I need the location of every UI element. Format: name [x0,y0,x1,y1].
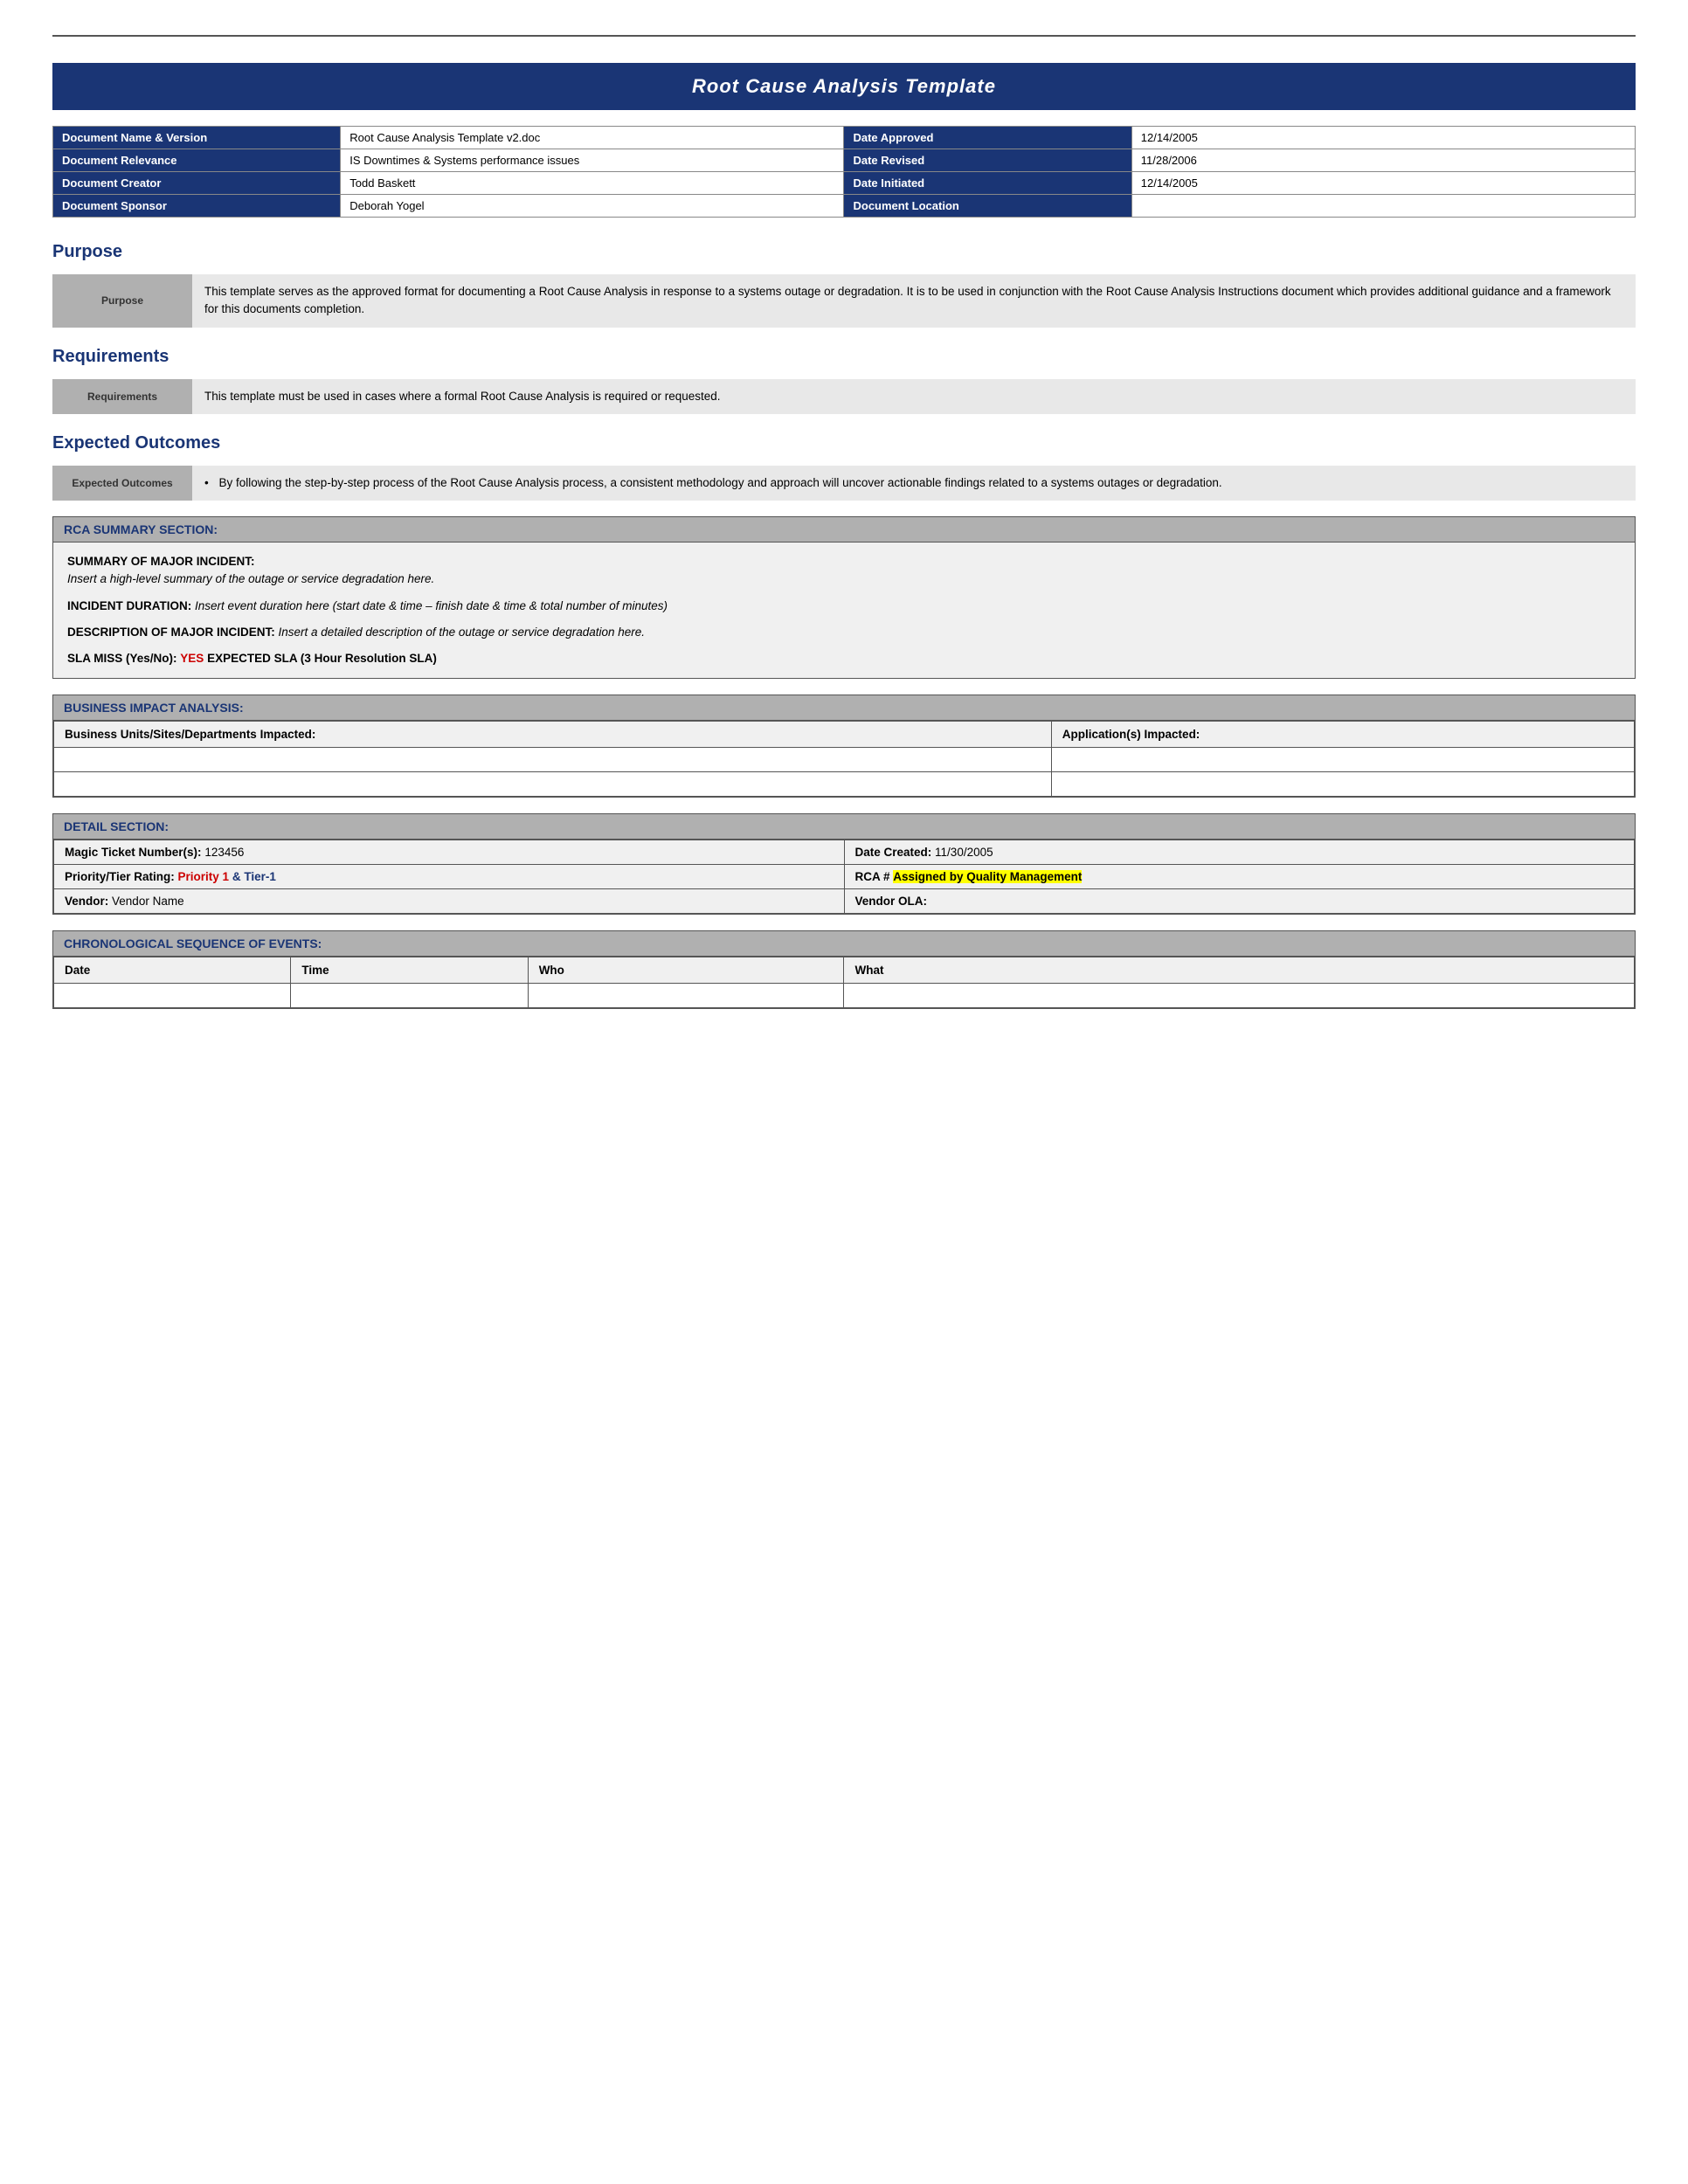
rca-label: RCA # [855,870,890,883]
doc-value-left-1: IS Downtimes & Systems performance issue… [341,149,844,172]
impact-row1-col1 [54,748,1052,772]
doc-label-left-0: Document Name & Version [53,127,341,149]
summary-text: Insert a high-level summary of the outag… [67,572,434,585]
requirements-label: Requirements [52,379,192,414]
rca-value: Assigned by Quality Management [893,870,1082,883]
sla-label: SLA MISS (Yes/No): [67,652,177,665]
rca-summary-header: RCA SUMMARY SECTION: [53,517,1635,543]
incident-duration-paragraph: INCIDENT DURATION: Insert event duration… [67,598,1621,615]
bullet-icon: • [204,476,209,489]
rca-number-cell: RCA # Assigned by Quality Management [844,865,1635,889]
tier-connector: & [232,870,245,883]
doc-value-left-3: Deborah Yogel [341,195,844,218]
impact-row2-col1 [54,772,1052,797]
impact-row-1 [54,748,1635,772]
incident-label: INCIDENT DURATION: [67,599,191,612]
chron-row1-date [54,984,291,1008]
ticket-cell: Magic Ticket Number(s): 123456 [54,840,845,865]
doc-label-left-3: Document Sponsor [53,195,341,218]
vendor-ola-label: Vendor OLA: [855,895,928,908]
chron-col-3: What [844,957,1635,984]
expected-outcomes-text: • By following the step-by-step process … [192,466,1636,501]
chronological-body: DateTimeWhoWhat [53,957,1635,1008]
expected-outcomes-label: Expected Outcomes [52,466,192,501]
chron-row1-time [291,984,528,1008]
doc-label-right-0: Date Approved [844,127,1131,149]
page-title: Root Cause Analysis Template [52,63,1636,110]
chron-row1-who [528,984,844,1008]
business-impact-body: Business Units/Sites/Departments Impacte… [53,721,1635,797]
doc-label-right-3: Document Location [844,195,1131,218]
rca-summary-body: SUMMARY OF MAJOR INCIDENT: Insert a high… [53,543,1635,678]
sla-suffix: EXPECTED SLA (3 Hour Resolution SLA) [207,652,437,665]
purpose-text: This template serves as the approved for… [192,274,1636,328]
requirements-row: Requirements This template must be used … [52,379,1636,414]
doc-label-left-1: Document Relevance [53,149,341,172]
impact-col2-header: Application(s) Impacted: [1051,722,1634,748]
date-created-value: 11/30/2005 [935,846,993,859]
chronological-header: CHRONOLOGICAL SEQUENCE OF EVENTS: [53,931,1635,957]
impact-row1-col2 [1051,748,1634,772]
priority-value: Priority 1 [178,870,230,883]
tier-value: Tier-1 [244,870,276,883]
impact-row-2 [54,772,1635,797]
expected-outcomes-row: Expected Outcomes • By following the ste… [52,466,1636,501]
doc-value-right-2: 12/14/2005 [1131,172,1635,195]
vendor-label: Vendor: [65,895,108,908]
summary-paragraph: SUMMARY OF MAJOR INCIDENT: Insert a high… [67,553,1621,589]
doc-label-right-2: Date Initiated [844,172,1131,195]
incident-text: Insert event duration here (start date &… [195,599,668,612]
doc-info-table: Document Name & VersionRoot Cause Analys… [52,126,1636,218]
date-created-label: Date Created: [855,846,932,859]
requirements-heading: Requirements [52,347,1636,367]
ticket-label: Magic Ticket Number(s): [65,846,202,859]
expected-outcomes-bullet: By following the step-by-step process of… [219,476,1222,489]
doc-value-left-0: Root Cause Analysis Template v2.doc [341,127,844,149]
vendor-value: Vendor Name [112,895,184,908]
chron-row-1 [54,984,1635,1008]
impact-col1-header: Business Units/Sites/Departments Impacte… [54,722,1052,748]
priority-cell: Priority/Tier Rating: Priority 1 & Tier-… [54,865,845,889]
doc-value-left-2: Todd Baskett [341,172,844,195]
detail-header: DETAIL SECTION: [53,814,1635,840]
expected-outcomes-heading: Expected Outcomes [52,433,1636,453]
business-impact-section: BUSINESS IMPACT ANALYSIS: Business Units… [52,695,1636,798]
detail-row-1: Magic Ticket Number(s): 123456 Date Crea… [54,840,1635,865]
chron-col-0: Date [54,957,291,984]
detail-row-3: Vendor: Vendor Name Vendor OLA: [54,889,1635,914]
chron-row1-what [844,984,1635,1008]
vendor-ola-cell: Vendor OLA: [844,889,1635,914]
sla-paragraph: SLA MISS (Yes/No): YES EXPECTED SLA (3 H… [67,650,1621,667]
detail-table: Magic Ticket Number(s): 123456 Date Crea… [53,840,1635,914]
description-paragraph: DESCRIPTION OF MAJOR INCIDENT: Insert a … [67,624,1621,641]
vendor-cell: Vendor: Vendor Name [54,889,845,914]
priority-label: Priority/Tier Rating: [65,870,175,883]
chron-col-1: Time [291,957,528,984]
description-text: Insert a detailed description of the out… [279,625,646,639]
purpose-row: Purpose This template serves as the appr… [52,274,1636,328]
purpose-label: Purpose [52,274,192,328]
chronological-section: CHRONOLOGICAL SEQUENCE OF EVENTS: DateTi… [52,930,1636,1009]
impact-row2-col2 [1051,772,1634,797]
doc-value-right-0: 12/14/2005 [1131,127,1635,149]
summary-label: SUMMARY OF MAJOR INCIDENT: [67,555,255,568]
date-created-cell: Date Created: 11/30/2005 [844,840,1635,865]
chronological-table: DateTimeWhoWhat [53,957,1635,1008]
doc-value-right-3 [1131,195,1635,218]
detail-body: Magic Ticket Number(s): 123456 Date Crea… [53,840,1635,914]
sla-value: YES [180,652,204,665]
description-label: DESCRIPTION OF MAJOR INCIDENT: [67,625,275,639]
ticket-value: 123456 [204,846,244,859]
detail-section: DETAIL SECTION: Magic Ticket Number(s): … [52,813,1636,915]
business-impact-header: BUSINESS IMPACT ANALYSIS: [53,695,1635,721]
detail-row-2: Priority/Tier Rating: Priority 1 & Tier-… [54,865,1635,889]
doc-label-right-1: Date Revised [844,149,1131,172]
doc-label-left-2: Document Creator [53,172,341,195]
impact-table: Business Units/Sites/Departments Impacte… [53,721,1635,797]
rca-summary-section: RCA SUMMARY SECTION: SUMMARY OF MAJOR IN… [52,516,1636,679]
doc-value-right-1: 11/28/2006 [1131,149,1635,172]
requirements-text: This template must be used in cases wher… [192,379,1636,414]
chron-col-2: Who [528,957,844,984]
purpose-heading: Purpose [52,242,1636,262]
